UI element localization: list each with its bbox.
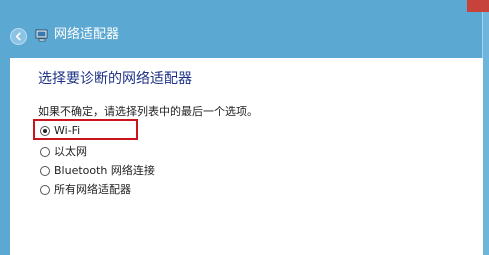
option-bluetooth[interactable]: Bluetooth 网络连接 xyxy=(40,163,155,179)
window-title: 网络适配器 xyxy=(54,27,120,42)
option-wifi[interactable]: Wi-Fi xyxy=(40,123,80,139)
radio-all-adapters[interactable] xyxy=(40,185,50,195)
troubleshooter-icon xyxy=(35,29,48,42)
back-arrow-icon xyxy=(15,32,21,41)
option-ethernet[interactable]: 以太网 xyxy=(40,144,87,160)
page-heading: 选择要诊断的网络适配器 xyxy=(38,71,192,87)
option-ethernet-label: 以太网 xyxy=(54,145,87,158)
option-all-adapters-label: 所有网络适配器 xyxy=(54,183,131,196)
radio-wifi[interactable] xyxy=(40,126,50,136)
window-frame-right xyxy=(482,0,489,255)
option-all-adapters[interactable]: 所有网络适配器 xyxy=(40,182,131,198)
option-wifi-label: Wi-Fi xyxy=(54,124,81,137)
title-bar: 网络适配器 xyxy=(0,0,483,60)
radio-ethernet[interactable] xyxy=(40,147,50,157)
radio-bluetooth[interactable] xyxy=(40,166,50,176)
back-button[interactable] xyxy=(10,28,27,45)
main-content: 选择要诊断的网络适配器 如果不确定，请选择列表中的最后一个选项。 Wi-Fi 以… xyxy=(10,58,483,255)
troubleshooter-window: 网络适配器 选择要诊断的网络适配器 如果不确定，请选择列表中的最后一个选项。 W… xyxy=(0,0,489,255)
option-bluetooth-label: Bluetooth 网络连接 xyxy=(54,164,155,177)
instruction-text: 如果不确定，请选择列表中的最后一个选项。 xyxy=(38,105,258,118)
